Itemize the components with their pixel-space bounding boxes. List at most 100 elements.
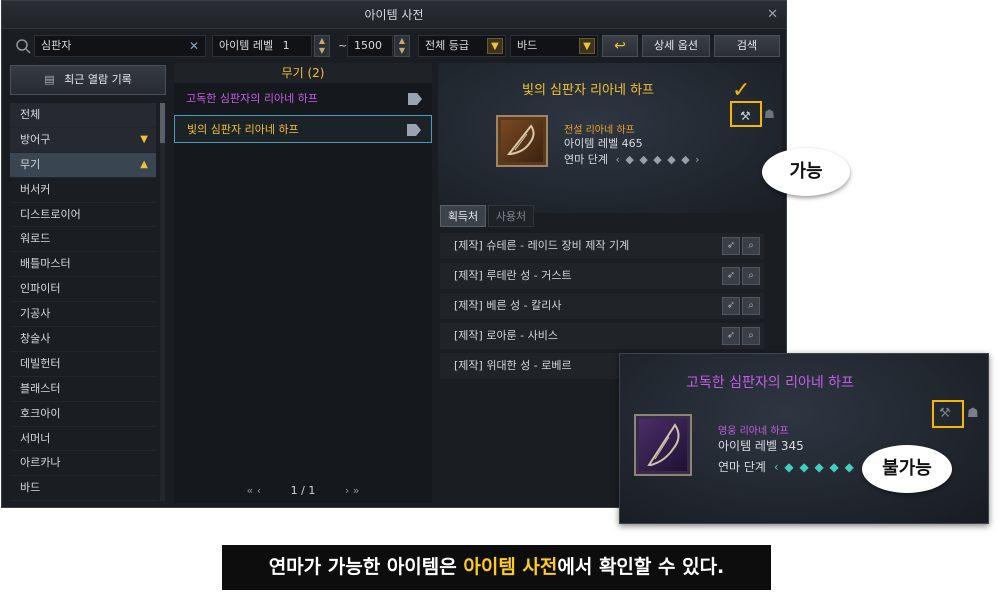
sidebar-item-label: 서머너	[20, 431, 51, 445]
search-icon[interactable]: ⌕	[742, 267, 760, 285]
harp-icon	[647, 423, 680, 466]
pin-location-icon[interactable]: ➶	[722, 297, 740, 315]
tab-acquire[interactable]: 획득처	[440, 205, 486, 227]
sidebar-item-destroyer[interactable]: 디스트로이어	[10, 203, 156, 228]
sidebar-item-label: 디스트로이어	[20, 207, 81, 221]
recent-history-button[interactable]: ▤ 최근 열람 기록	[10, 65, 166, 95]
tab-usage[interactable]: 사용처	[488, 205, 534, 227]
pin-location-icon[interactable]: ➶	[722, 267, 740, 285]
search-input[interactable]: 심판자 ✕	[34, 35, 206, 57]
sidebar-item-summoner[interactable]: 서머너	[10, 427, 156, 452]
level-label: 아이템 레벨	[219, 39, 274, 52]
source-label: [제작] 로아룬 - 사비스	[454, 329, 559, 342]
sidebar-item-label: 방어구	[20, 132, 51, 146]
caption-text-end: 에서 확인할 수 있다.	[557, 556, 725, 578]
grade-value: 전체 등급	[425, 39, 469, 52]
prev-page-icon[interactable]: ‹	[257, 484, 261, 497]
tab-label: 사용처	[495, 210, 527, 223]
source-row: [제작] 루테란 성 - 거스트 ➶ ⌕	[440, 263, 764, 289]
chevron-up-icon[interactable]: ▲	[395, 36, 409, 46]
sidebar-item-label: 배틀마스터	[20, 257, 71, 271]
helmet-icon: ☗	[967, 406, 979, 421]
sidebar-item-warlord[interactable]: 워로드	[10, 227, 156, 253]
callout-impossible: 불가능	[862, 445, 952, 493]
result-item-selected[interactable]: 빛의 심판자 리아네 하프	[174, 115, 432, 143]
clear-icon[interactable]: ✕	[189, 36, 199, 56]
reset-button[interactable]: ↩	[602, 35, 638, 57]
sidebar-scrollbar[interactable]	[160, 103, 165, 501]
popup-refine-label: 연마 단계	[718, 460, 766, 474]
search-icon[interactable]: ⌕	[742, 327, 760, 345]
item-level-max-field[interactable]: 1500	[347, 35, 393, 57]
callout-impossible-text: 불가능	[882, 458, 932, 479]
history-icon: ▤	[44, 73, 55, 86]
source-label: [제작] 루테란 성 - 거스트	[454, 269, 572, 282]
close-icon[interactable]: ✕	[767, 1, 778, 29]
item-level-min-field[interactable]: 아이템 레벨 1	[212, 35, 312, 57]
search-bar: 심판자 ✕ 아이템 레벨 1 ▲ ▼ ~ 1500 ▲ ▼ 전체 등급 ▼ 바드 ▼…	[2, 31, 786, 59]
search-icon[interactable]: ⌕	[742, 237, 760, 255]
sidebar-item-bard[interactable]: 바드	[10, 476, 156, 502]
search-button-label: 검색	[736, 39, 758, 52]
category-sidebar: ▤ 최근 열람 기록 전체 방어구 ▼ 무기 ▲ 버서커 디스트로이어 워로드 배틀…	[10, 63, 168, 503]
tag-icon[interactable]	[408, 93, 422, 105]
source-row: [제작] 베른 성 - 칼리사 ➶ ⌕	[440, 293, 764, 319]
sidebar-item-berserker[interactable]: 버서커	[10, 178, 156, 203]
item-icon	[496, 115, 548, 167]
sidebar-item-infighter[interactable]: 인파이터	[10, 277, 156, 303]
refine-stage-row: 연마 단계 ‹ ◆ ◆ ◆ ◆ ◆ ›	[564, 151, 701, 167]
chevron-down-icon[interactable]: ▼	[487, 38, 503, 54]
advanced-options-button[interactable]: 상세 옵션	[642, 35, 710, 57]
chevron-down-icon[interactable]: ▼	[395, 46, 409, 56]
pin-location-icon[interactable]: ➶	[722, 237, 740, 255]
grade-dropdown[interactable]: 전체 등급 ▼	[418, 35, 506, 57]
next-page-icon[interactable]: ›	[345, 484, 349, 497]
chevron-down-icon[interactable]: ▼	[315, 46, 329, 56]
first-page-icon[interactable]: «	[247, 484, 254, 497]
sidebar-item-label: 블래스터	[20, 381, 61, 395]
source-label: [제작] 위대한 성 - 로베르	[454, 359, 572, 372]
sidebar-item-armor[interactable]: 방어구 ▼	[10, 127, 156, 153]
result-list-header: 무기 (2)	[174, 63, 432, 83]
last-page-icon[interactable]: »	[353, 484, 360, 497]
pagination: « ‹ 1 / 1 › »	[174, 484, 432, 497]
sidebar-item-all[interactable]: 전체	[10, 103, 156, 128]
title-bar: 아이템 사전 ✕	[2, 1, 786, 29]
scrollbar-thumb[interactable]	[160, 103, 165, 143]
recent-history-label: 최근 열람 기록	[64, 73, 132, 86]
item-grade-type: 전설 리아네 하프	[564, 125, 635, 136]
sidebar-item-arcana[interactable]: 아르카나	[10, 451, 156, 477]
chevron-up-icon[interactable]: ▲	[315, 36, 329, 46]
sidebar-item-glaivier[interactable]: 창술사	[10, 327, 156, 352]
level-min-stepper[interactable]: ▲ ▼	[314, 35, 330, 57]
pin-location-icon[interactable]: ➶	[722, 327, 740, 345]
sidebar-item-sharpshooter[interactable]: 호크아이	[10, 402, 156, 427]
level-max-stepper[interactable]: ▲ ▼	[394, 35, 410, 57]
popup-grade-type: 영웅 리아네 하프	[718, 426, 789, 437]
class-dropdown[interactable]: 바드 ▼	[510, 35, 598, 57]
popup-item-level: 아이템 레벨 345	[718, 439, 804, 453]
result-item[interactable]: 고독한 심판자의 리아네 하프	[174, 85, 432, 113]
sidebar-item-deadeye[interactable]: 데빌헌터	[10, 352, 156, 377]
item-comparison-popup: 고독한 심판자의 리아네 하프 영웅 리아네 하프 아이템 레벨 345 연마 …	[619, 353, 989, 524]
sidebar-item-artillerist[interactable]: 블래스터	[10, 377, 156, 402]
sidebar-item-battlemaster[interactable]: 배틀마스터	[10, 252, 156, 278]
sidebar-item-label: 무기	[20, 157, 41, 171]
tag-icon[interactable]	[407, 124, 421, 136]
sidebar-item-label: 버서커	[20, 182, 51, 196]
page-indicator: 1 / 1	[290, 484, 316, 497]
result-item-name: 고독한 심판자의 리아네 하프	[186, 92, 318, 105]
sidebar-item-weapon[interactable]: 무기 ▲	[10, 152, 156, 178]
sidebar-item-label: 창술사	[20, 332, 51, 346]
search-query-text: 심판자	[41, 39, 72, 52]
sidebar-item-label: 기공사	[20, 307, 51, 321]
reset-icon: ↩	[614, 38, 626, 54]
callout-possible-text: 가능	[789, 161, 823, 182]
range-separator: ~	[338, 39, 348, 52]
source-label: [제작] 슈테른 - 레이드 장비 제작 기계	[454, 239, 630, 252]
caption-highlight: 아이템 사전	[463, 556, 558, 578]
search-icon[interactable]: ⌕	[742, 297, 760, 315]
chevron-down-icon[interactable]: ▼	[579, 38, 595, 54]
sidebar-item-soulfist[interactable]: 기공사	[10, 302, 156, 328]
search-button[interactable]: 검색	[714, 35, 780, 57]
